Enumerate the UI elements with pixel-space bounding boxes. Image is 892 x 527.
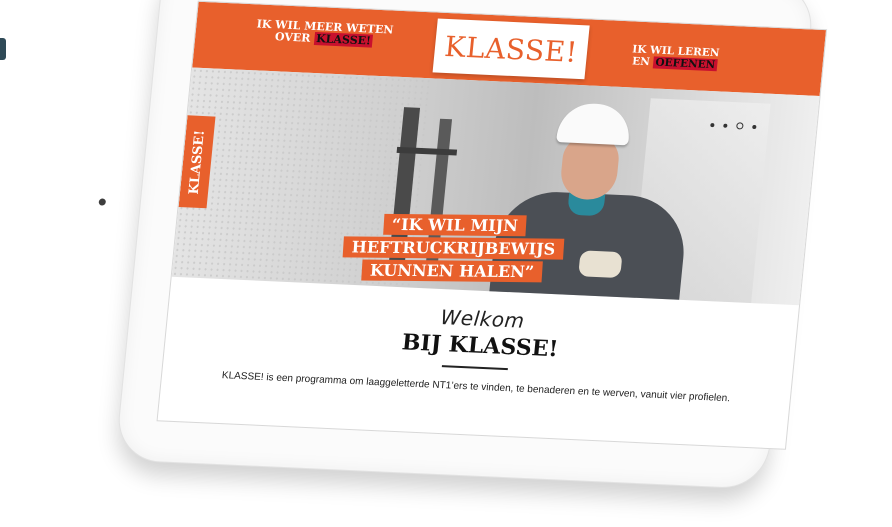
nav-link-leren-oefenen[interactable]: IK WIL LEREN EN OEFENEN (631, 43, 720, 72)
camera-icon (98, 198, 107, 206)
nav-right-prefix: EN (631, 55, 655, 69)
slider-dot-icon[interactable] (752, 124, 757, 129)
title-divider (441, 365, 508, 371)
hero-quote: “IK WIL MIJN HEFTRUCKRIJBEWIJS KUNNEN HA… (321, 212, 586, 284)
tablet-device: IK WIL MEER WETEN OVER KLASSE! KLASSE! I… (98, 0, 827, 489)
worker-glove (578, 250, 623, 279)
quote-line-2: HEFTRUCKRIJBEWIJS (343, 236, 564, 260)
nav-link-meer-weten[interactable]: IK WIL MEER WETEN OVER KLASSE! (255, 17, 394, 48)
slider-dot-icon-active[interactable] (736, 122, 744, 130)
nav-left-highlight: KLASSE! (313, 31, 374, 48)
logo-home-link[interactable]: KLASSE! (432, 18, 590, 80)
tablet-screen: IK WIL MEER WETEN OVER KLASSE! KLASSE! I… (157, 1, 827, 449)
intro-text: KLASSE! is een programma om laaggeletter… (221, 370, 731, 405)
logo: KLASSE! (443, 29, 580, 69)
quote-line-1: “IK WIL MIJN (383, 213, 527, 237)
corner-mark (0, 38, 6, 60)
slider-dot-icon[interactable] (710, 122, 715, 127)
hard-hat-icon (556, 102, 633, 146)
nav-left-prefix: OVER (274, 30, 315, 45)
hero-banner: KLASSE! “IK WIL MIJN HEFTRUCKRIJBEWIJS K… (171, 67, 820, 306)
slider-dot-icon[interactable] (723, 123, 728, 128)
quote-line-3: KUNNEN HALEN” (361, 259, 543, 283)
nav-right-highlight: OEFENEN (652, 56, 718, 72)
side-tab-label: KLASSE! (186, 129, 208, 195)
nav-right-line2: EN OEFENEN (631, 55, 719, 72)
